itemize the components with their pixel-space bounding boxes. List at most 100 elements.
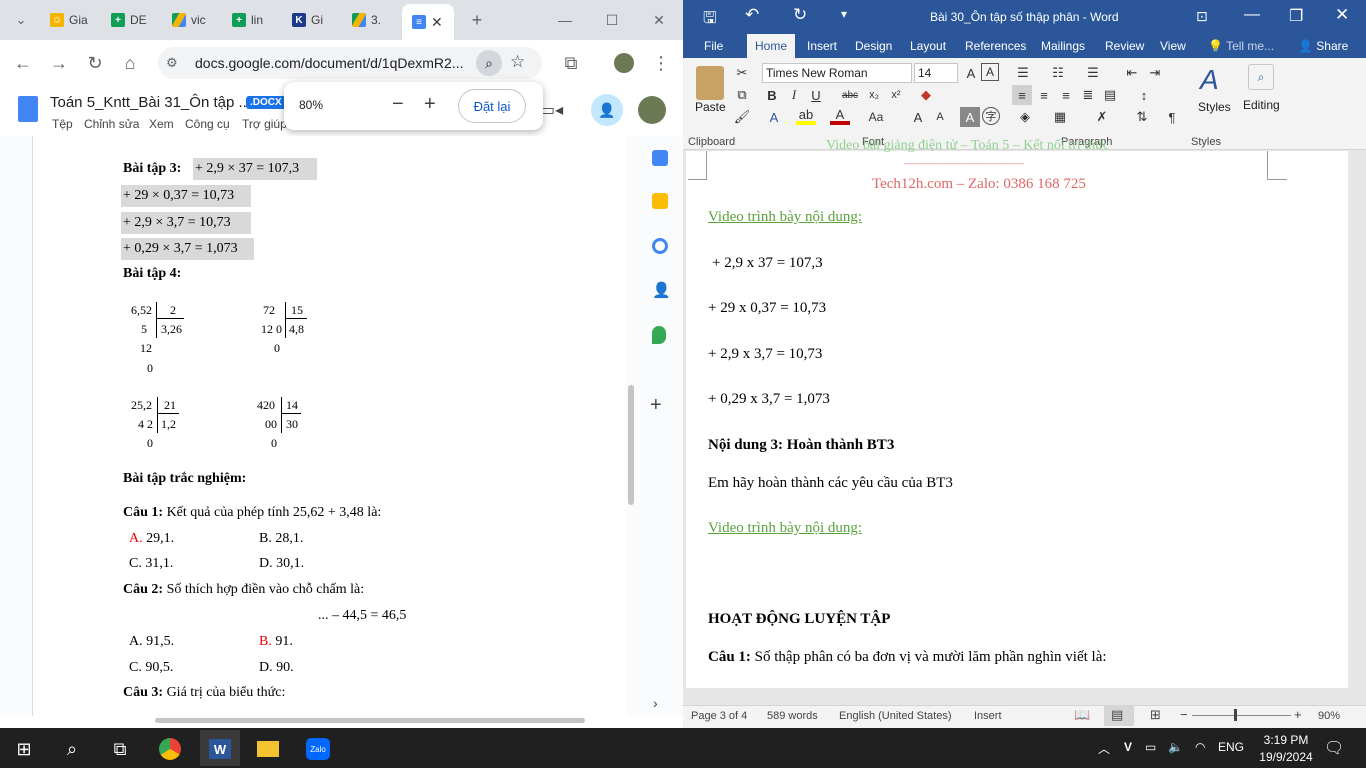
enclose-char-icon[interactable]: 字 (982, 107, 1000, 125)
font-size-select[interactable]: 14 (914, 63, 958, 83)
keep-icon[interactable] (652, 193, 668, 209)
chrome-tab-5[interactable]: K Gi (282, 6, 340, 34)
zoom-in-icon[interactable]: + (424, 93, 436, 116)
maximize-icon[interactable]: ☐ (597, 5, 627, 35)
home-icon[interactable]: ⌂ (115, 48, 145, 78)
format-painter-icon[interactable]: 🖌 (732, 107, 752, 127)
menu-edit[interactable]: Chỉnh sửa (84, 117, 139, 131)
show-marks-icon[interactable]: ¶ (1162, 107, 1182, 127)
strikethrough-icon[interactable]: abc (840, 85, 860, 105)
notifications-icon[interactable]: 🗨 (1324, 738, 1344, 758)
copy-icon[interactable]: ⧉ (732, 85, 752, 105)
tab-review[interactable]: Review (1105, 39, 1144, 53)
calendar-icon[interactable] (652, 150, 668, 166)
site-info-icon[interactable]: ⚙ (166, 55, 178, 71)
battery-icon[interactable]: ▭ (1145, 740, 1156, 754)
video-link-2[interactable]: Video trình bày nội dung: (708, 520, 862, 537)
volume-icon[interactable]: 🔈 (1168, 740, 1183, 754)
word-page[interactable] (686, 151, 1348, 688)
back-icon[interactable]: ← (8, 48, 38, 78)
zoom-icon[interactable]: ⌕ (476, 50, 502, 76)
extensions-icon[interactable]: ⧉ (556, 48, 586, 78)
share-button[interactable]: 👤 Share (1298, 39, 1348, 53)
tab-home[interactable]: Home (755, 39, 787, 53)
search-icon[interactable]: ⌕ (52, 733, 92, 765)
chrome-tab-4[interactable]: + lin (222, 6, 280, 34)
tab-design[interactable]: Design (855, 39, 892, 53)
word-close-icon[interactable]: ✕ (1335, 5, 1349, 25)
vertical-scrollbar[interactable] (628, 385, 634, 505)
paste-clipboard-icon[interactable] (696, 66, 724, 100)
new-tab-icon[interactable]: + (462, 5, 492, 35)
tab-view[interactable]: View (1160, 39, 1186, 53)
zoom-in-plus-icon[interactable]: + (1294, 707, 1302, 722)
paste-label[interactable]: Paste (695, 100, 726, 114)
url-text[interactable]: docs.google.com/document/d/1qDexmR2... (195, 55, 463, 71)
multilevel-list-icon[interactable]: ☰ (1083, 63, 1103, 83)
chrome-tab-active[interactable]: ≡ ✕ (402, 4, 454, 40)
collapse-panel-icon[interactable]: › (653, 695, 658, 711)
status-words[interactable]: 589 words (767, 710, 818, 722)
styles-button[interactable]: Styles (1198, 100, 1231, 114)
customize-qat-icon[interactable]: ▾ (841, 7, 847, 21)
change-case-icon[interactable]: Aa (866, 107, 886, 127)
zoom-reset-button[interactable]: Đặt lại (458, 89, 526, 123)
bookmark-star-icon[interactable]: ☆ (510, 52, 525, 72)
vpn-icon[interactable]: V (1124, 740, 1132, 754)
tab-mailings[interactable]: Mailings (1041, 39, 1085, 53)
close-tab-icon[interactable]: ✕ (431, 14, 443, 31)
highlight-icon[interactable]: ab (796, 107, 816, 125)
superscript-icon[interactable]: x² (886, 85, 906, 105)
styles-gallery-icon[interactable]: A (1200, 64, 1219, 96)
tray-overflow-icon[interactable]: ︿ (1098, 740, 1110, 757)
tab-search-chevron-icon[interactable]: ⌄ (6, 5, 36, 35)
maps-icon[interactable] (652, 326, 666, 344)
task-view-icon[interactable]: ⧉ (100, 733, 140, 765)
font-color-icon[interactable]: A (830, 107, 850, 125)
align-left-icon[interactable]: ≡ (1012, 85, 1032, 105)
status-mode[interactable]: Insert (974, 710, 1002, 722)
align-center-icon[interactable]: ≡ (1034, 85, 1054, 105)
chrome-tab-3[interactable]: vic (162, 6, 220, 34)
distributed-icon[interactable]: ▤ (1100, 85, 1120, 105)
contacts-icon[interactable]: 👤 (652, 281, 671, 299)
zoom-slider-track[interactable] (1192, 715, 1291, 716)
italic-icon[interactable]: I (784, 85, 804, 105)
minimize-icon[interactable]: — (550, 5, 580, 35)
read-mode-icon[interactable]: 📖 (1074, 707, 1090, 723)
decrease-indent-icon[interactable]: ⇤ (1122, 63, 1142, 83)
word-taskbar-icon[interactable]: W (200, 733, 240, 765)
network-icon[interactable]: ◠ (1195, 740, 1205, 754)
tell-me-field[interactable]: 💡 Tell me... (1208, 39, 1274, 53)
clear-format-icon[interactable]: A (981, 63, 999, 81)
word-maximize-icon[interactable]: ❐ (1289, 6, 1303, 26)
bold-icon[interactable]: B (762, 85, 782, 105)
zoom-out-minus-icon[interactable]: − (1180, 707, 1188, 722)
chrome-taskbar-icon[interactable] (150, 733, 190, 765)
chrome-tab-2[interactable]: + DE (101, 6, 159, 34)
profile-avatar[interactable] (614, 53, 634, 73)
chrome-tab-1[interactable]: ☺ Gia (40, 6, 98, 34)
cut-icon[interactable]: ✂ (732, 63, 752, 83)
decrease-font-icon[interactable]: A (930, 107, 950, 127)
horizontal-scrollbar[interactable] (155, 718, 585, 723)
reload-icon[interactable]: ↻ (80, 48, 110, 78)
char-shading-icon[interactable]: A (960, 107, 980, 127)
tab-layout[interactable]: Layout (910, 39, 946, 53)
chrome-tab-6[interactable]: 3. (342, 6, 400, 34)
borders-icon[interactable]: ▦ (1050, 107, 1070, 127)
status-zoom[interactable]: 90% (1318, 710, 1340, 722)
bullets-icon[interactable]: ☰ (1013, 63, 1033, 83)
tasks-icon[interactable] (652, 238, 668, 254)
menu-view[interactable]: Xem (149, 117, 174, 131)
zoom-slider-thumb[interactable] (1234, 709, 1237, 721)
start-windows-icon[interactable]: ⊞ (4, 733, 44, 765)
menu-file[interactable]: Tệp (52, 117, 73, 131)
status-language[interactable]: English (United States) (839, 710, 952, 722)
clear-formatting-eraser-icon[interactable]: ◆ (916, 85, 936, 105)
underline-icon[interactable]: U (806, 85, 826, 105)
docs-logo-icon[interactable] (18, 96, 38, 122)
add-addon-icon[interactable]: + (650, 394, 662, 417)
zoom-out-icon[interactable]: − (392, 93, 404, 116)
forward-icon[interactable]: → (44, 48, 74, 78)
